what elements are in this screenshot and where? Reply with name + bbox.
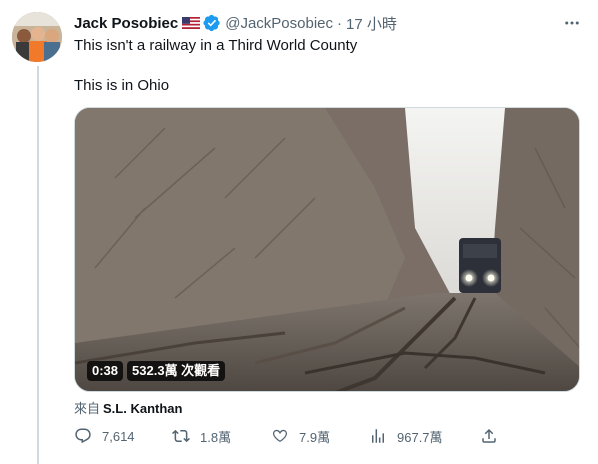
user-handle[interactable]: @JackPosobiec	[225, 15, 333, 32]
share-button[interactable]	[480, 426, 498, 446]
thread-line	[37, 66, 39, 464]
retweet-icon	[172, 429, 190, 443]
display-name[interactable]: Jack Posobiec	[74, 15, 178, 32]
reply-icon	[75, 428, 91, 444]
video-views: 532.3萬 次觀看	[127, 361, 226, 381]
more-options-icon[interactable]	[562, 13, 582, 33]
timestamp[interactable]: 17 小時	[346, 13, 397, 34]
video-player[interactable]: 0:38 532.3萬 次觀看	[74, 107, 580, 392]
tweet-card[interactable]: Jack Posobiec @JackPosobiec · 17 小時 This…	[0, 0, 598, 464]
source-name[interactable]: S.L. Kanthan	[103, 401, 182, 416]
source-attribution: 來自 S.L. Kanthan	[74, 398, 182, 417]
video-badge: 0:38 532.3萬 次觀看	[87, 361, 226, 381]
like-button[interactable]: 7.9萬	[271, 426, 330, 446]
share-icon	[482, 428, 496, 443]
us-flag-icon	[182, 17, 201, 29]
heart-icon	[272, 429, 288, 442]
separator-dot: ·	[337, 14, 343, 32]
view-count: 967.7萬	[397, 429, 443, 445]
retweet-button[interactable]: 1.8萬	[172, 426, 231, 446]
avatar[interactable]	[12, 12, 62, 62]
reply-count: 7,614	[102, 428, 135, 444]
retweet-count: 1.8萬	[200, 429, 232, 445]
video-duration: 0:38	[87, 361, 124, 381]
video-thumbnail	[75, 108, 579, 391]
action-bar: 7,614 1.8萬 7.9萬 967.7萬	[74, 426, 504, 446]
tweet-header: Jack Posobiec @JackPosobiec · 17 小時	[74, 13, 582, 33]
tweet-text: This isn't a railway in a Third World Co…	[74, 36, 582, 96]
views-button[interactable]: 967.7萬	[369, 426, 443, 446]
views-chart-icon	[372, 429, 384, 443]
reply-button[interactable]: 7,614	[74, 426, 135, 446]
tweet-text-line: This isn't a railway in a Third World Co…	[74, 37, 358, 54]
verified-badge-icon[interactable]	[203, 14, 221, 32]
avatar-image	[12, 12, 62, 62]
tweet-text-line: This is in Ohio	[74, 77, 170, 94]
like-count: 7.9萬	[299, 429, 331, 445]
source-prefix: 來自	[74, 401, 101, 416]
